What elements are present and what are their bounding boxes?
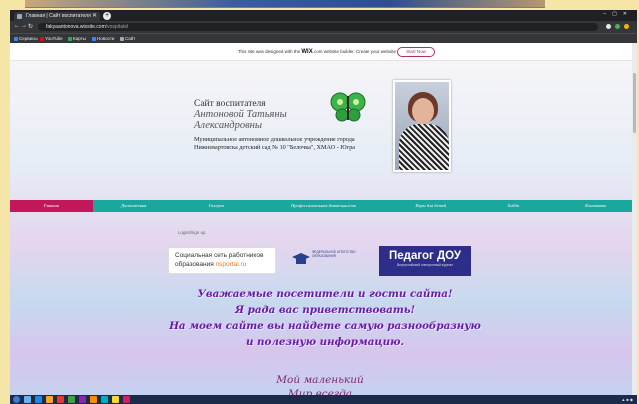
taskbar-app-icon[interactable]	[57, 396, 64, 403]
tab-bar: Главная | Сайт воспитателя ✕ + –▢✕	[10, 10, 637, 21]
taskbar-app-icon[interactable]	[35, 396, 42, 403]
background-photo-strip	[25, 0, 545, 8]
star-icon[interactable]	[606, 24, 611, 29]
start-icon[interactable]	[13, 396, 20, 403]
taskbar: ▲ ■ ◆	[10, 395, 637, 404]
tab-title: Главная | Сайт воспитателя	[26, 13, 91, 19]
close-tab-icon[interactable]: ✕	[92, 12, 97, 21]
scrollbar-thumb[interactable]	[633, 73, 636, 133]
education-agency-banner[interactable]: ФЕДЕРАЛЬНОЕ АГЕНТСТВО ОБРАЗОВАНИЯ	[292, 250, 364, 270]
teacher-photo	[393, 80, 451, 172]
site-title: Сайт воспитателя Антоновой Татьяны Алекс…	[194, 99, 287, 131]
url-input[interactable]: fakyaantonova.wixsite.com/vospitatel	[38, 23, 598, 31]
taskbar-app-icon[interactable]	[24, 396, 31, 403]
bookmark-site[interactable]: Сайт	[120, 35, 135, 43]
news-icon	[92, 37, 96, 41]
title-line1: Сайт воспитателя	[194, 99, 266, 109]
menu-item-achievements[interactable]: Достижения	[92, 200, 175, 212]
taskbar-app-icon[interactable]	[79, 396, 86, 403]
url-domain: fakyaantonova.wixsite.com	[46, 24, 106, 30]
maps-icon	[68, 37, 72, 41]
bookmark-maps[interactable]: Карты	[68, 35, 86, 43]
taskbar-app-icon[interactable]	[123, 396, 130, 403]
chrome-icon[interactable]	[112, 396, 119, 403]
browser-tab[interactable]: Главная | Сайт воспитателя ✕	[14, 12, 100, 21]
extension-icon[interactable]	[615, 24, 620, 29]
favicon-icon	[17, 14, 22, 19]
taskbar-app-icon[interactable]	[101, 396, 108, 403]
new-tab-button[interactable]: +	[103, 12, 111, 20]
apps-icon	[14, 37, 18, 41]
bookmark-news[interactable]: Новости	[92, 35, 114, 43]
graduation-cap-icon	[292, 253, 310, 264]
menu-item-home[interactable]: Главная	[10, 200, 93, 212]
bookmark-apps[interactable]: Сервисы	[14, 35, 38, 43]
system-tray[interactable]: ▲ ■ ◆	[621, 396, 633, 403]
taskbar-app-icon[interactable]	[68, 396, 75, 403]
start-now-button[interactable]: Start Now	[397, 47, 435, 57]
bookmark-youtube[interactable]: YouTube	[40, 35, 63, 43]
menu-item-gallery[interactable]: Галерея	[175, 200, 258, 212]
welcome-message: Уважаемые посетители и гости сайта! Я ра…	[169, 288, 481, 348]
butterfly-icon	[330, 92, 366, 122]
bookmarks-bar: Сервисы YouTube Карты Новости Сайт	[10, 33, 637, 43]
profile-icon[interactable]	[624, 24, 629, 29]
wix-logo: WIX	[301, 49, 313, 55]
wix-banner: This site was designed with the WIX.com …	[10, 43, 637, 61]
forward-icon[interactable]: →	[21, 23, 27, 29]
page-scrollbar[interactable]	[632, 43, 637, 395]
title-line2: Антоновой Татьяны	[194, 109, 287, 120]
site-icon	[120, 37, 124, 41]
login-link[interactable]: Login/Sign up	[178, 230, 206, 235]
web-page: This site was designed with the WIX.com …	[10, 43, 637, 404]
window-controls[interactable]: –▢✕	[603, 11, 633, 17]
menu-item-games[interactable]: Игры для детей	[389, 200, 472, 212]
site-description: Муниципальное автономное дошкольное учре…	[194, 136, 356, 151]
pedagog-dou-banner[interactable]: Педагог ДОУ Всероссийский электронный жу…	[379, 246, 471, 276]
reload-icon[interactable]: ↻	[28, 23, 33, 30]
menu-item-contacts[interactable]: Контакты	[554, 200, 637, 212]
menu-item-hobby[interactable]: Хобби	[472, 200, 555, 212]
nsportal-banner[interactable]: Социальная сеть работников образования n…	[168, 247, 276, 274]
browser-window: Главная | Сайт воспитателя ✕ + –▢✕ ← → ↻…	[10, 10, 637, 404]
folder-icon[interactable]	[46, 396, 53, 403]
title-line3: Александровны	[194, 120, 262, 131]
site-menu: Главная Достижения Галерея Профессиональ…	[10, 200, 637, 212]
menu-item-professional[interactable]: Профессиональная деятельность	[257, 200, 390, 212]
url-path: /vospitatel	[105, 24, 129, 30]
address-bar-row: ← → ↻ fakyaantonova.wixsite.com/vospitat…	[10, 21, 637, 33]
taskbar-app-icon[interactable]	[90, 396, 97, 403]
youtube-icon	[40, 37, 44, 41]
back-icon[interactable]: ←	[14, 23, 20, 29]
